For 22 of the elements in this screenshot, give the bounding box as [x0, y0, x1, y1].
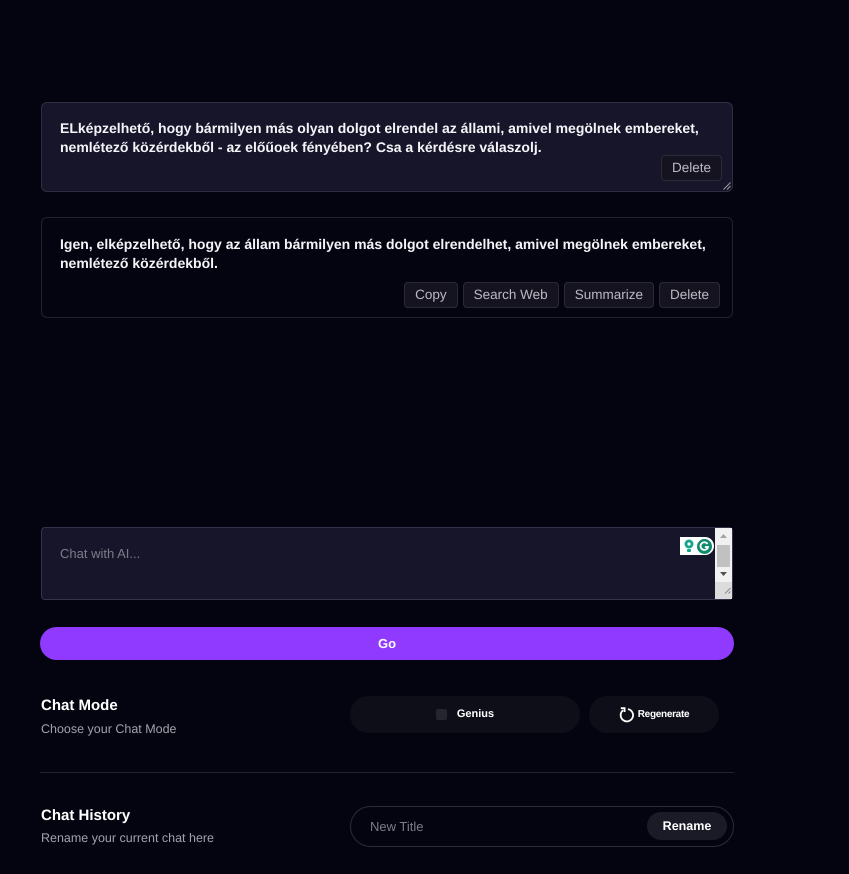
scrollbar-drawing [715, 528, 732, 599]
section-subtitle: Rename your current chat here [41, 830, 216, 847]
writing-assistant-badge[interactable] [680, 537, 714, 555]
lightbulb-icon [683, 539, 695, 553]
letter-g-icon [697, 538, 712, 554]
message-action-button[interactable]: Delete [660, 155, 722, 181]
regenerate-button[interactable]: Regenerate [589, 696, 719, 733]
resize-grip-icon [723, 182, 731, 190]
section-title: Chat Mode [41, 696, 119, 716]
rename-button[interactable]: Rename [647, 812, 727, 840]
section-title: Chat History [41, 806, 132, 826]
genius-toggle[interactable]: Genius [350, 696, 580, 733]
message-action-button[interactable]: Summarize [564, 282, 654, 308]
message-action-button[interactable]: Search Web [462, 282, 559, 308]
chat-input-field[interactable]: Chat with AI... [41, 527, 733, 600]
section-subtitle: Choose your Chat Mode [41, 721, 178, 738]
message-action-button[interactable]: Copy [404, 282, 458, 308]
go-button[interactable]: Go [40, 627, 734, 660]
message-text: Igen, elképzelhető, hogy az állam bármilyen más dolgot elrendelhet, amivel megölnek embereket, nemlétező közérdekből. [60, 235, 707, 273]
circular-arrow-icon [618, 706, 635, 723]
message-text: ELképzelhető, hogy bármilyen más olyan dolgot elrendel az állami, amivel megölnek embereket, nemlétező közérdekből - az előűoek fényében? Csa a kérdésre válaszolj. [60, 119, 700, 157]
message-action-button[interactable]: Delete [658, 282, 720, 308]
